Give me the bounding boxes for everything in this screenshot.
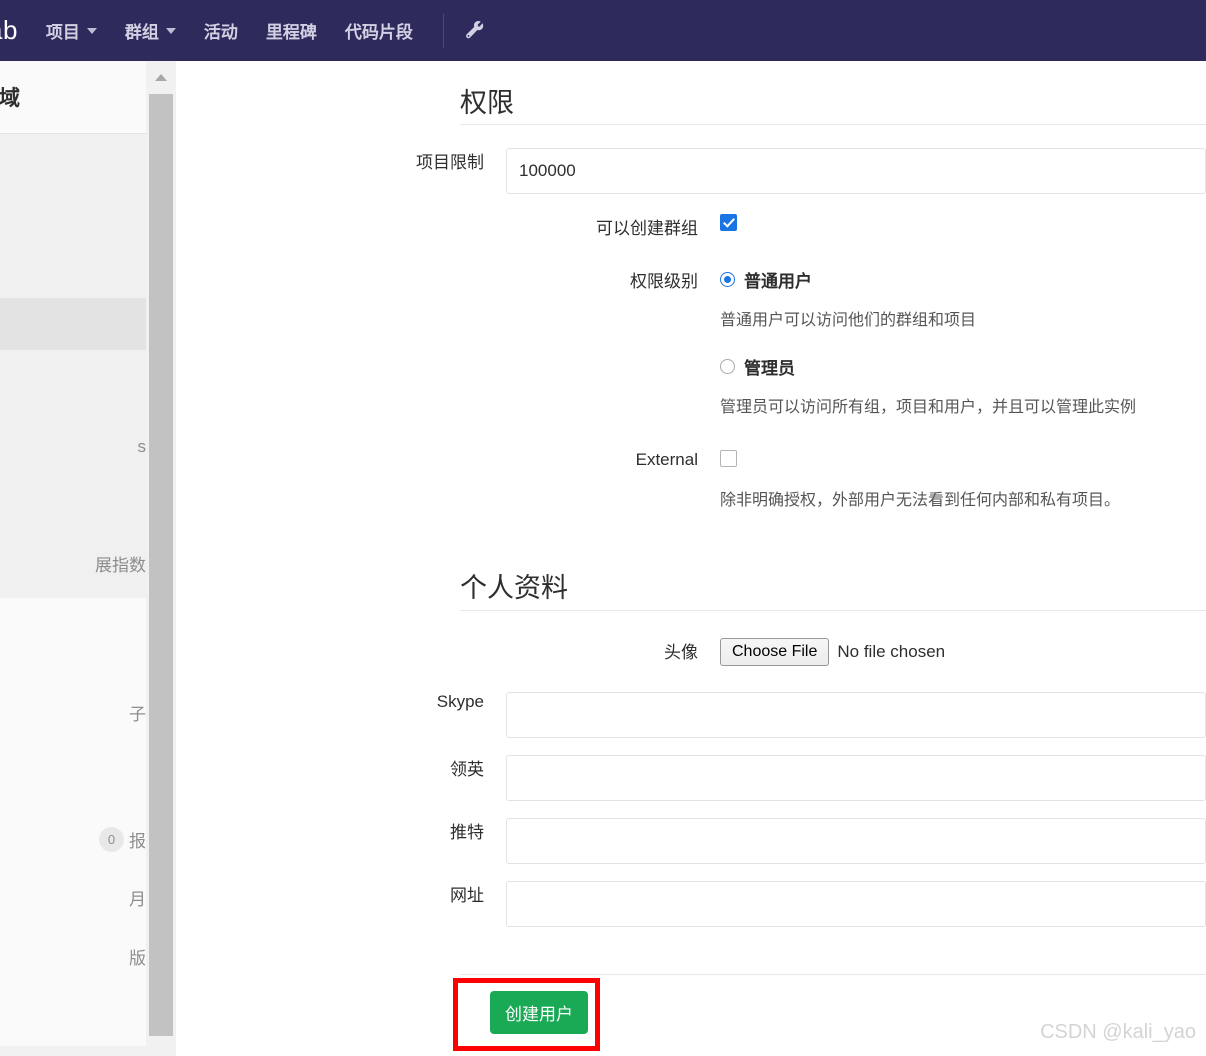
chevron-down-icon	[165, 27, 176, 34]
sidebar-item-2[interactable]	[0, 298, 146, 350]
field-row-project-limit: 项目限制	[176, 148, 1206, 194]
sidebar-header-label: 区域	[0, 87, 20, 110]
sidebar-item-5[interactable]: 展指数	[0, 528, 146, 598]
access-level-radio-regular-label: 普通用户	[744, 272, 812, 291]
permissions-divider	[460, 124, 1206, 125]
nav-item-projects-label: 项目	[45, 23, 80, 42]
sidebar-item-6-spacer[interactable]	[0, 598, 146, 675]
nav-item-groups[interactable]: 群组	[111, 0, 190, 61]
linkedin-field[interactable]	[506, 755, 1206, 801]
scroll-up-arrow[interactable]	[146, 61, 176, 94]
project-limit-control	[506, 148, 1206, 194]
sidebar-header: 区域	[0, 61, 146, 134]
scrollbar-thumb[interactable]	[149, 94, 173, 1036]
nav-item-projects[interactable]: 项目	[32, 0, 111, 61]
sidebar-item-9[interactable]: 版	[0, 926, 146, 986]
sidebar-item-7-badge: 0	[99, 827, 124, 852]
external-control: 除非明确授权，外部用户无法看到任何内部和私有项目。	[720, 450, 1206, 510]
triangle-up-icon	[155, 74, 167, 81]
field-row-skype: Skype	[176, 692, 1206, 738]
sidebar-item-7-spacer[interactable]	[0, 749, 146, 811]
create-user-button[interactable]: 创建用户	[490, 991, 588, 1034]
watermark-text: CSDN @kali_yao	[1040, 1021, 1196, 1043]
twitter-control	[506, 818, 1206, 864]
avatar-file-input[interactable]: Choose File No file chosen	[720, 638, 1206, 666]
external-label: External	[635, 450, 698, 469]
can-create-group-checkbox[interactable]	[720, 214, 737, 231]
nav-item-milestones[interactable]: 里程碑	[252, 0, 331, 61]
field-row-website: 网址	[176, 881, 1206, 927]
access-level-radio-admin-label: 管理员	[744, 359, 795, 378]
project-limit-input[interactable]	[506, 148, 1206, 194]
access-level-admin-description: 管理员可以访问所有组，项目和用户，并且可以管理此实例	[720, 399, 1137, 416]
sidebar-item-6-label: 子	[129, 704, 146, 724]
sidebar-item-1[interactable]	[0, 134, 146, 298]
sidebar-item-5-label: 展指数	[95, 555, 146, 575]
sidebar-item-4[interactable]: s	[0, 418, 147, 476]
skype-field[interactable]	[506, 692, 1206, 738]
gitlab-logo-text[interactable]: ab	[0, 15, 32, 46]
access-level-label: 权限级别	[630, 272, 698, 291]
access-level-option-regular[interactable]: 普通用户	[720, 267, 1206, 292]
sidebar-item-8[interactable]: 月	[0, 868, 146, 926]
linkedin-label: 领英	[450, 760, 484, 779]
main-content: 权限 项目限制 可以创建群组 权限级别 普通用户 普通用户可以访问他们的群组和项…	[176, 61, 1206, 1056]
left-sidebar: 区域 s 展指数 子 报 0 月 版	[0, 61, 146, 1056]
admin-area-button[interactable]	[458, 14, 492, 48]
top-navbar: ab 项目 群组 活动 里程碑 代码片段	[0, 0, 1206, 61]
sidebar-item-3[interactable]	[0, 350, 146, 418]
skype-control	[506, 692, 1206, 738]
sidebar-item-9-label: 版	[129, 948, 146, 968]
field-row-twitter: 推特	[176, 818, 1206, 864]
website-label: 网址	[450, 886, 484, 905]
nav-item-list: 项目 群组 活动 里程碑 代码片段	[32, 0, 492, 61]
chevron-down-icon	[86, 27, 97, 34]
website-control	[506, 881, 1206, 927]
avatar-control: Choose File No file chosen	[720, 638, 1206, 666]
skype-label: Skype	[436, 692, 484, 711]
access-level-radio-admin[interactable]	[720, 359, 735, 374]
linkedin-control	[506, 755, 1206, 801]
sidebar-item-7-label: 报	[129, 832, 146, 851]
sidebar-item-6[interactable]: 子	[0, 675, 146, 749]
page-scrollbar[interactable]	[146, 61, 176, 1056]
nav-item-snippets-label: 代码片段	[344, 23, 413, 42]
twitter-field[interactable]	[506, 818, 1206, 864]
can-create-group-control	[720, 214, 1206, 239]
twitter-label: 推特	[450, 823, 484, 842]
sidebar-item-7[interactable]: 报 0	[0, 811, 146, 868]
field-row-external: External 除非明确授权，外部用户无法看到任何内部和私有项目。	[176, 450, 1206, 510]
field-row-linkedin: 领英	[176, 755, 1206, 801]
access-level-radio-regular[interactable]	[720, 272, 735, 287]
navbar-divider	[442, 13, 444, 48]
external-description: 除非明确授权，外部用户无法看到任何内部和私有项目。	[720, 492, 1121, 509]
external-checkbox[interactable]	[720, 450, 737, 467]
nav-item-activity-label: 活动	[203, 23, 238, 42]
wrench-icon	[465, 20, 484, 38]
project-limit-label: 项目限制	[416, 153, 484, 172]
access-level-regular-description: 普通用户可以访问他们的群组和项目	[720, 312, 977, 329]
profile-divider	[460, 610, 1206, 611]
avatar-label: 头像	[664, 643, 698, 662]
field-row-access-level: 权限级别 普通用户 普通用户可以访问他们的群组和项目 管理员 管理员可以访问所有…	[176, 267, 1206, 417]
field-row-avatar: 头像 Choose File No file chosen	[176, 638, 1206, 666]
form-actions-divider	[460, 974, 1206, 975]
nav-item-snippets[interactable]: 代码片段	[331, 0, 427, 61]
access-level-option-admin[interactable]: 管理员	[720, 354, 1206, 379]
can-create-group-label: 可以创建群组	[596, 219, 698, 238]
sidebar-item-8-label: 月	[129, 889, 146, 909]
choose-file-button[interactable]: Choose File	[720, 638, 830, 666]
sidebar-item-5-spacer[interactable]	[0, 476, 146, 528]
permissions-section-title: 权限	[460, 88, 514, 118]
field-row-can-create-group: 可以创建群组	[176, 214, 1206, 239]
nav-item-groups-label: 群组	[124, 23, 159, 42]
avatar-file-status: No file chosen	[837, 642, 946, 661]
nav-item-milestones-label: 里程碑	[265, 23, 317, 42]
website-field[interactable]	[506, 881, 1206, 927]
access-level-control: 普通用户 普通用户可以访问他们的群组和项目 管理员 管理员可以访问所有组，项目和…	[720, 267, 1206, 417]
nav-item-activity[interactable]: 活动	[190, 0, 252, 61]
sidebar-item-10-spacer[interactable]	[0, 986, 146, 1046]
profile-section-title: 个人资料	[460, 573, 568, 603]
sidebar-item-4-label: s	[137, 437, 147, 456]
